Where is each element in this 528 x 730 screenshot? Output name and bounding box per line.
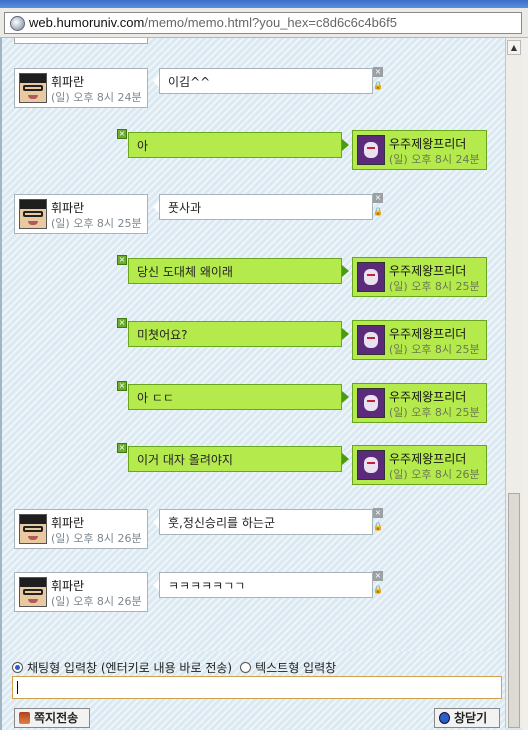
close-window-button[interactable]: 창닫기	[434, 708, 500, 728]
message-time: (일) 오후 8시 26분	[389, 468, 480, 481]
sender-card: 우주제왕프리더 (일) 오후 8시 25분	[352, 383, 487, 423]
window-titlebar	[0, 0, 528, 8]
radio-chat-mode-label[interactable]: 채팅형 입력창 (엔터키로 내용 바로 전송)	[27, 661, 232, 675]
message-time: (일) 오후 8시 26분	[51, 595, 142, 608]
delete-message-icon[interactable]: ×	[373, 571, 383, 581]
sender-name: 휘파란	[51, 516, 85, 530]
sender-card: 휘파란 (일) 오후 8시 25분	[14, 194, 148, 234]
radio-text-mode[interactable]	[240, 662, 252, 673]
sender-name: 휘파란	[51, 75, 85, 89]
globe-icon	[10, 16, 25, 31]
sender-name: 우주제왕프리더	[389, 452, 467, 466]
input-mode-options: 채팅형 입력창 (엔터키로 내용 바로 전송) 텍스트형 입력창	[12, 659, 344, 676]
sender-card: 우주제왕프리더 (일) 오후 8시 25분	[352, 257, 487, 297]
send-note-label: 쪽지전송	[34, 711, 79, 725]
avatar[interactable]	[357, 388, 385, 418]
scroll-thumb[interactable]	[508, 493, 520, 728]
send-note-icon	[19, 712, 30, 724]
message-time: (일) 오후 8시 25분	[389, 280, 480, 293]
avatar[interactable]	[19, 73, 47, 103]
avatar[interactable]	[357, 325, 385, 355]
message-time: (일) 오후 8시 24분	[51, 91, 142, 104]
avatar[interactable]	[357, 135, 385, 165]
sender-name: 우주제왕프리더	[389, 327, 467, 341]
sender-card: 우주제왕프리더 (일) 오후 8시 24분	[352, 130, 487, 170]
sender-card: 휘파란 (일) 오후 8시 24분	[14, 68, 148, 108]
sender-name: 휘파란	[51, 579, 85, 593]
avatar[interactable]	[19, 577, 47, 607]
sender-name: 휘파란	[51, 201, 85, 215]
previous-message-stub	[14, 38, 148, 44]
message-bubble: ㅋㅋㅋㅋㅋㄱㄱ × 🔒	[153, 571, 383, 598]
chat-log: 휘파란 (일) 오후 8시 24분 이김^^ × 🔒 × 아 우주제왕프리더 (…	[0, 38, 505, 651]
message-bubble: 풋사과 × 🔒	[153, 193, 383, 220]
lock-icon[interactable]: 🔒	[373, 522, 383, 532]
delete-message-icon[interactable]: ×	[117, 318, 127, 328]
url-text: web.humoruniv.com/memo/memo.html?you_hex…	[29, 15, 397, 30]
message-text: 아	[137, 139, 149, 153]
window-edge	[522, 38, 528, 730]
avatar[interactable]	[357, 450, 385, 480]
message-text: ㅋㅋㅋㅋㅋㄱㄱ	[168, 579, 246, 593]
scroll-up-arrow-icon[interactable]: ▲	[507, 40, 521, 55]
sender-name: 우주제왕프리더	[389, 390, 467, 404]
sender-card: 우주제왕프리더 (일) 오후 8시 26분	[352, 445, 487, 485]
message-time: (일) 오후 8시 25분	[51, 217, 142, 230]
sender-name: 우주제왕프리더	[389, 137, 467, 151]
message-bubble: × 미쳣어요?	[117, 318, 349, 347]
delete-message-icon[interactable]: ×	[117, 443, 127, 453]
avatar[interactable]	[19, 514, 47, 544]
message-text: 미쳣어요?	[137, 328, 188, 342]
message-input[interactable]	[12, 676, 502, 699]
sender-card: 휘파란 (일) 오후 8시 26분	[14, 572, 148, 612]
avatar[interactable]	[19, 199, 47, 229]
message-time: (일) 오후 8시 25분	[389, 406, 480, 419]
avatar[interactable]	[357, 262, 385, 292]
vertical-scrollbar[interactable]: ▲	[505, 38, 522, 728]
close-window-icon	[439, 712, 450, 724]
message-bubble: × 아 ㄷㄷ	[117, 381, 349, 410]
compose-area: 채팅형 입력창 (엔터키로 내용 바로 전송) 텍스트형 입력창 쪽지전송 창닫기	[0, 651, 505, 730]
delete-message-icon[interactable]: ×	[373, 193, 383, 203]
message-text: 당신 도대체 왜이래	[137, 265, 233, 279]
delete-message-icon[interactable]: ×	[117, 381, 127, 391]
sender-card: 휘파란 (일) 오후 8시 26분	[14, 509, 148, 549]
message-bubble: 이김^^ × 🔒	[153, 67, 383, 94]
close-window-label: 창닫기	[454, 711, 488, 725]
radio-chat-mode[interactable]	[12, 662, 23, 673]
lock-icon[interactable]: 🔒	[373, 207, 383, 217]
message-text: 이김^^	[168, 75, 211, 89]
lock-icon[interactable]: 🔒	[373, 585, 383, 595]
delete-message-icon[interactable]: ×	[373, 67, 383, 77]
url-field[interactable]: web.humoruniv.com/memo/memo.html?you_hex…	[4, 12, 522, 34]
address-bar: web.humoruniv.com/memo/memo.html?you_hex…	[0, 8, 528, 38]
message-text: 훗,정신승리를 하는군	[168, 516, 275, 530]
message-bubble: × 당신 도대체 왜이래	[117, 255, 349, 284]
message-text: 풋사과	[168, 201, 202, 215]
delete-message-icon[interactable]: ×	[117, 255, 127, 265]
message-bubble: × 이거 대자 올려야지	[117, 443, 349, 472]
message-bubble: × 아	[117, 129, 349, 158]
radio-text-mode-label[interactable]: 텍스트형 입력창	[255, 661, 336, 675]
message-text: 이거 대자 올려야지	[137, 453, 233, 467]
message-time: (일) 오후 8시 25분	[389, 343, 480, 356]
lock-icon[interactable]: 🔒	[373, 81, 383, 91]
text-caret	[17, 681, 18, 694]
delete-message-icon[interactable]: ×	[117, 129, 127, 139]
message-time: (일) 오후 8시 24분	[389, 153, 480, 166]
message-bubble: 훗,정신승리를 하는군 × 🔒	[153, 508, 383, 535]
send-note-button[interactable]: 쪽지전송	[14, 708, 90, 728]
message-time: (일) 오후 8시 26분	[51, 532, 142, 545]
message-text: 아 ㄷㄷ	[137, 391, 174, 405]
sender-name: 우주제왕프리더	[389, 264, 467, 278]
sender-card: 우주제왕프리더 (일) 오후 8시 25분	[352, 320, 487, 360]
delete-message-icon[interactable]: ×	[373, 508, 383, 518]
